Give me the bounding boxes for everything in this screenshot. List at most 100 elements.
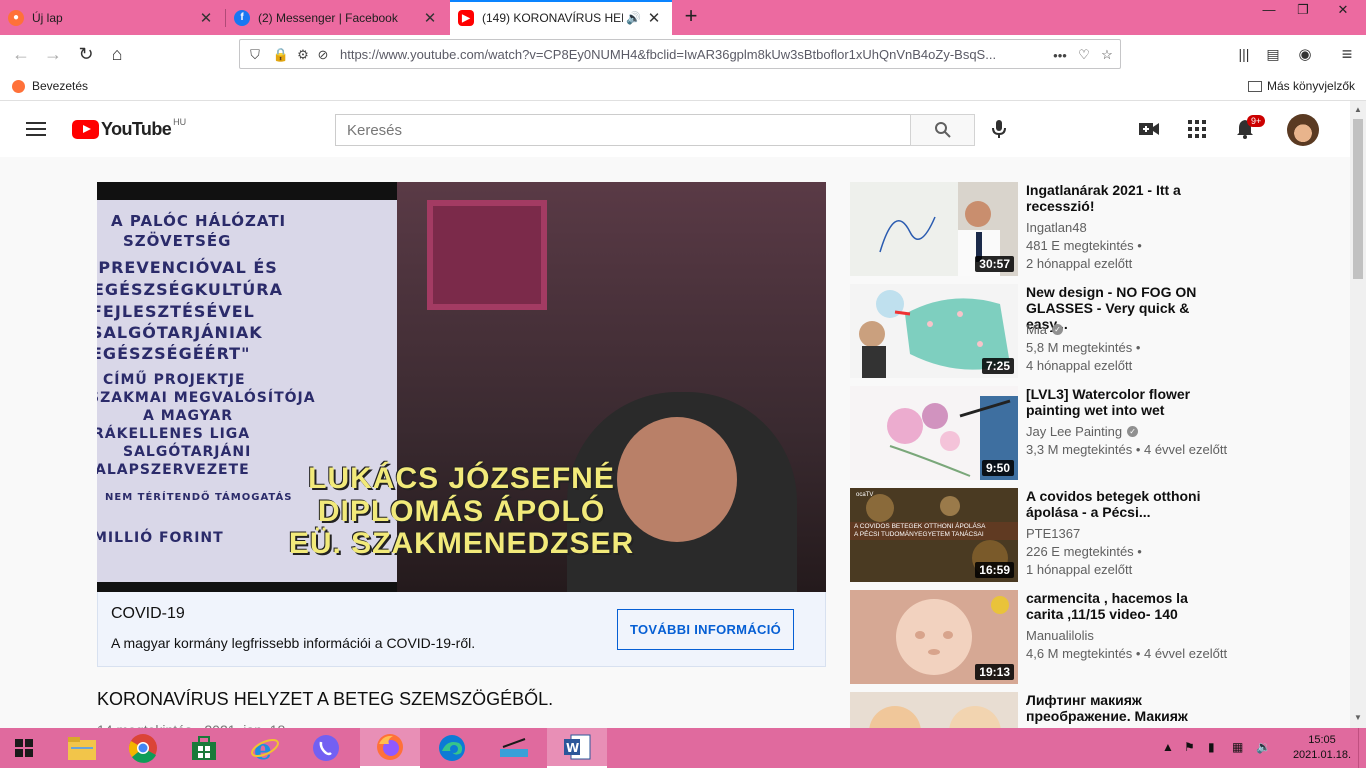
video-thumbnail[interactable]: 7:25: [850, 284, 1018, 378]
word-icon[interactable]: W: [547, 728, 607, 768]
minimize-icon[interactable]: —: [1254, 0, 1284, 22]
recommendation-item[interactable]: 7:25 New design - NO FOG ON GLASSES - Ve…: [850, 284, 1230, 378]
store-icon[interactable]: [174, 728, 234, 768]
bookmark-star-icon[interactable]: ☆: [1098, 46, 1116, 64]
channel-name[interactable]: Manualilolis: [1026, 628, 1094, 643]
network-icon[interactable]: ▦: [1232, 740, 1243, 754]
channel-name[interactable]: PTE1367: [1026, 526, 1080, 541]
back-arrow-icon[interactable]: ←: [8, 41, 34, 67]
address-bar[interactable]: ⛉ 🔒 ⚙ ⊘ https://www.youtube.com/watch?v=…: [239, 39, 1121, 69]
show-desktop-button[interactable]: [1358, 728, 1366, 768]
windows-start-icon[interactable]: [0, 728, 48, 768]
avatar[interactable]: [1287, 114, 1319, 146]
pocket-icon[interactable]: ♡: [1075, 46, 1093, 64]
close-window-icon[interactable]: ✕: [1328, 0, 1358, 22]
chrome-icon[interactable]: [113, 728, 173, 768]
more-info-button[interactable]: TOVÁBBI INFORMÁCIÓ: [617, 609, 794, 650]
other-bookmarks[interactable]: Más könyvjelzők: [1248, 79, 1355, 93]
taskbar-clock[interactable]: 15:05 2021.01.18.: [1292, 733, 1352, 763]
recommendation-title[interactable]: [LVL3] Watercolor flower painting wet in…: [1026, 386, 1226, 418]
restore-icon[interactable]: ❐: [1288, 0, 1318, 22]
recommendation-item[interactable]: 9:50 [LVL3] Watercolor flower painting w…: [850, 386, 1230, 480]
tab-messenger[interactable]: f (2) Messenger | Facebook ✕: [226, 0, 448, 35]
close-tab-icon[interactable]: ✕: [420, 9, 440, 27]
page-scrollbar[interactable]: ▲ ▼: [1350, 101, 1366, 728]
video-thumbnail[interactable]: 19:13: [850, 590, 1018, 684]
recommendation-item[interactable]: Лифтинг макияж преображение. Макияж пос.…: [850, 692, 1230, 728]
youtube-favicon-icon: ▶: [458, 10, 474, 26]
video-thumbnail[interactable]: 9:50: [850, 386, 1018, 480]
file-explorer-icon[interactable]: [52, 728, 112, 768]
lock-icon[interactable]: 🔒: [272, 46, 290, 64]
channel-label: Mia: [1026, 322, 1047, 337]
video-thumbnail[interactable]: 30:57: [850, 182, 1018, 276]
recommendation-item[interactable]: 19:13 carmencita , hacemos la carita ,11…: [850, 590, 1230, 684]
poster-line: CÍMŰ PROJEKTJE: [103, 372, 246, 388]
tab-youtube-video[interactable]: ▶ (149) KORONAVÍRUS HELYZ 🔊 ✕: [450, 0, 672, 36]
new-tab-button[interactable]: +: [680, 4, 702, 30]
video-thumbnail[interactable]: [850, 692, 1018, 728]
recommendation-item[interactable]: 30:57 Ingatlanárak 2021 - Itt a recesszi…: [850, 182, 1230, 276]
tray-overflow-icon[interactable]: ▲: [1162, 740, 1174, 754]
youtube-logo[interactable]: YouTube HU: [72, 117, 186, 140]
video-thumbnail[interactable]: ocaTV A COVIDOS BETEGEK OTTHONI ÁPOLÁSA …: [850, 488, 1018, 582]
create-video-icon[interactable]: [1137, 117, 1161, 141]
channel-name[interactable]: Ingatlan48: [1026, 220, 1087, 235]
close-tab-icon[interactable]: ✕: [196, 9, 216, 27]
search-button[interactable]: [910, 114, 975, 146]
autoplay-blocked-icon[interactable]: ⊘: [314, 46, 332, 64]
browser-toolbar: ← → ↻ ⌂ ⛉ 🔒 ⚙ ⊘ https://www.youtube.com/…: [0, 35, 1366, 73]
channel-label: Manualilolis: [1026, 628, 1094, 643]
scroll-down-icon[interactable]: ▼: [1354, 713, 1362, 722]
snip-tool-icon[interactable]: [484, 728, 544, 768]
video-player[interactable]: A PALÓC HÁLÓZATI SZÖVETSÉG "PREVENCIÓVAL…: [97, 182, 826, 592]
edge-icon[interactable]: [422, 728, 482, 768]
action-center-flag-icon[interactable]: ⚑: [1184, 740, 1195, 754]
sidebar-icon[interactable]: ▤: [1260, 41, 1286, 67]
video-duration: 30:57: [975, 256, 1014, 272]
microphone-icon[interactable]: [987, 117, 1011, 141]
poster-line: FEJLESZTÉSÉVEL: [97, 302, 255, 321]
viber-icon[interactable]: [296, 728, 356, 768]
shield-icon[interactable]: ⛉: [246, 46, 264, 64]
view-count: 481 E megtekintés •: [1026, 238, 1142, 253]
volume-icon[interactable]: 🔉: [1256, 740, 1271, 754]
menu-icon[interactable]: ≡: [1334, 41, 1360, 67]
recommendation-title[interactable]: A covidos betegek otthoni ápolása - a Pé…: [1026, 488, 1226, 520]
reload-icon[interactable]: ↻: [73, 41, 99, 67]
apps-grid-icon[interactable]: [1185, 117, 1209, 141]
recommendation-title[interactable]: Лифтинг макияж преображение. Макияж пос.…: [1026, 692, 1226, 728]
windows-taskbar: e W ▲ ⚑ ▮ ▦ 🔉 15:05 2021.01.18.: [0, 728, 1366, 768]
permissions-icon[interactable]: ⚙: [294, 46, 312, 64]
url-text[interactable]: https://www.youtube.com/watch?v=CP8Ey0NU…: [340, 47, 1044, 62]
recommendation-title[interactable]: carmencita , hacemos la carita ,11/15 vi…: [1026, 590, 1226, 622]
view-count: 226 E megtekintés •: [1026, 544, 1142, 559]
thumbnail-channel-brand: ocaTV: [856, 492, 874, 498]
firefox-taskbar-icon[interactable]: [360, 728, 420, 768]
recommendation-title[interactable]: Ingatlanárak 2021 - Itt a recesszió!: [1026, 182, 1226, 214]
guide-menu-icon[interactable]: [26, 122, 46, 136]
upload-age: 2 hónappal ezelőtt: [1026, 256, 1133, 271]
verified-check-icon: ✓: [1127, 426, 1139, 437]
page-actions-icon[interactable]: •••: [1051, 46, 1069, 64]
library-icon[interactable]: |||: [1231, 41, 1257, 67]
channel-name[interactable]: Jay Lee Painting ✓: [1026, 424, 1139, 439]
scroll-up-icon[interactable]: ▲: [1354, 105, 1362, 114]
home-icon[interactable]: ⌂: [104, 41, 130, 67]
forward-arrow-icon[interactable]: →: [40, 41, 66, 67]
audio-playing-icon[interactable]: 🔊: [626, 11, 641, 25]
search-input[interactable]: Keresés: [335, 114, 911, 146]
scrollbar-thumb[interactable]: [1353, 119, 1363, 279]
account-icon[interactable]: ◉: [1292, 41, 1318, 67]
poster-line: SZÖVETSÉG: [123, 232, 232, 250]
close-tab-icon[interactable]: ✕: [644, 9, 664, 27]
power-icon[interactable]: ▮: [1208, 740, 1215, 754]
tab-new-tab[interactable]: ● Új lap ✕: [0, 0, 224, 35]
bookmark-bevezetes[interactable]: Bevezetés: [12, 79, 88, 93]
poster-line: SALGÓTARJÁNIAK: [97, 323, 263, 342]
poster-line: "PREVENCIÓVAL ÉS: [97, 258, 278, 277]
internet-explorer-icon[interactable]: e: [235, 728, 295, 768]
channel-name[interactable]: Mia ✓: [1026, 322, 1063, 337]
recommendation-item[interactable]: ocaTV A COVIDOS BETEGEK OTTHONI ÁPOLÁSA …: [850, 488, 1230, 582]
video-caption-title: DIPLOMÁS ÁPOLÓ: [317, 495, 606, 528]
